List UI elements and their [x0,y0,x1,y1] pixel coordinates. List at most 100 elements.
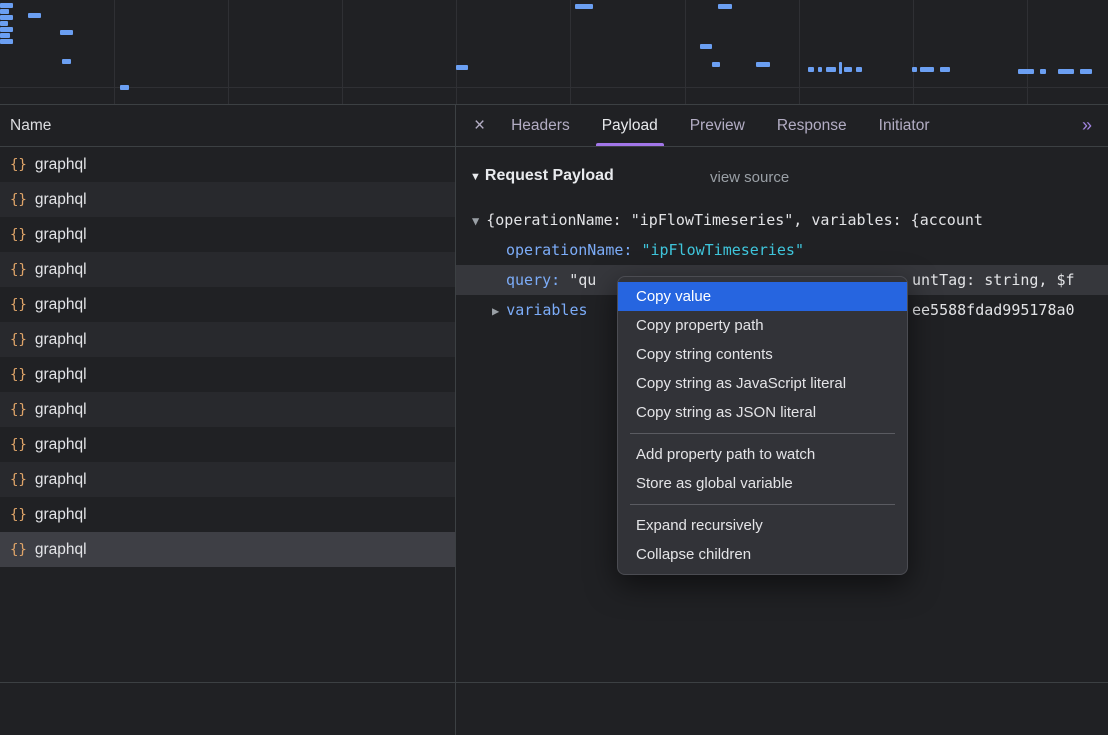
property-value: untTag: string, $f [912,271,1075,289]
network-request-bar[interactable] [0,27,13,32]
menu-item-collapse-children[interactable]: Collapse children [618,540,907,569]
request-name: graphql [35,471,87,489]
json-braces-icon: {} [10,262,27,278]
network-request-bar[interactable] [839,62,842,74]
request-row[interactable]: {} graphql [0,497,455,532]
network-request-bar[interactable] [28,13,41,18]
view-source-link[interactable]: view source [710,169,789,186]
request-name: graphql [35,541,87,559]
network-request-bar[interactable] [826,67,836,72]
overview-gridline [570,0,571,104]
more-tabs-icon[interactable]: » [1082,115,1108,136]
request-name: graphql [35,366,87,384]
json-braces-icon: {} [10,402,27,418]
overview-gridline [913,0,914,104]
network-request-bar[interactable] [0,15,13,20]
network-request-bar[interactable] [940,67,950,72]
close-icon[interactable]: × [474,115,485,137]
request-row[interactable]: {}graphql [0,287,455,322]
request-row[interactable]: {} graphql [0,532,455,567]
context-menu: Copy valueCopy property pathCopy string … [617,276,908,575]
tab-preview[interactable]: Preview [674,105,761,146]
name-column-label: Name [10,117,51,135]
network-request-bar[interactable] [912,67,917,72]
json-braces-icon: {} [10,157,27,173]
summary-bar [0,682,1108,735]
network-request-bar[interactable] [756,62,770,67]
tab-response[interactable]: Response [761,105,863,146]
network-request-bar[interactable] [920,67,934,72]
json-braces-icon: {} [10,542,27,558]
network-request-bar[interactable] [0,39,13,44]
panel-divider[interactable] [455,105,456,735]
payload-query-line-overflow: untTag: string, $f [912,265,1075,295]
menu-item-copy-property-path[interactable]: Copy property path [618,311,907,340]
network-request-bar[interactable] [1040,69,1046,74]
disclosure-expanded-icon[interactable]: ▼ [472,214,479,228]
tab-headers[interactable]: Headers [495,105,586,146]
overview-gridline [799,0,800,104]
name-column-header[interactable]: Name [0,105,455,147]
request-row[interactable]: {} graphql [0,392,455,427]
network-request-bar[interactable] [1080,69,1092,74]
network-request-bar[interactable] [1018,69,1034,74]
network-request-bar[interactable] [120,85,129,90]
menu-item-add-property-path-to-watch[interactable]: Add property path to watch [618,440,907,469]
menu-divider [630,504,895,505]
overview-gridline [456,0,457,104]
overview-gridline [685,0,686,104]
payload-operation-line[interactable]: operationName:"ipFlowTimeseries" [506,235,804,265]
network-request-bar[interactable] [456,65,468,70]
property-key: operationName: [506,241,632,259]
network-request-bar[interactable] [856,67,862,72]
network-request-bar[interactable] [718,4,732,9]
json-braces-icon: {} [10,507,27,523]
request-name: graphql [35,191,87,209]
network-request-bar[interactable] [60,30,73,35]
network-request-bar[interactable] [818,67,822,72]
network-request-bar[interactable] [1058,69,1074,74]
payload-root-line[interactable]: ▼ {operationName: "ipFlowTimeseries", var… [472,205,1108,235]
payload-query-line[interactable]: query:"qu [506,265,596,295]
menu-item-copy-string-as-json-literal[interactable]: Copy string as JSON literal [618,398,907,427]
network-request-bar[interactable] [0,33,10,38]
devtools-network-panel: Name {} graphql {} graphql {} graphql {} graphq… [0,0,1108,735]
disclosure-collapsed-icon[interactable]: ▶ [492,304,499,318]
tab-initiator[interactable]: Initiator [863,105,946,146]
menu-item-copy-string-as-javascript-literal[interactable]: Copy string as JavaScript literal [618,369,907,398]
network-request-bar[interactable] [0,3,13,8]
request-row[interactable]: {}graphql [0,462,455,497]
request-row[interactable]: {}graphql [0,217,455,252]
overview-gridline [1027,0,1028,104]
network-request-bar[interactable] [808,67,814,72]
request-row[interactable]: {}graphql [0,182,455,217]
network-request-bar[interactable] [0,21,8,26]
tab-payload[interactable]: Payload [586,105,674,146]
overview-gridline [342,0,343,104]
request-row[interactable]: {} graphql [0,357,455,392]
network-request-bar[interactable] [575,4,593,9]
network-overview-timeline[interactable] [0,0,1108,105]
payload-root-preview: {operationName: "ipFlowTimeseries", vari… [486,211,983,229]
request-row[interactable]: {}graphql [0,427,455,462]
network-request-bar[interactable] [712,62,720,67]
payload-variables-line-overflow: ee5588fdad995178a0 [912,295,1075,325]
request-row[interactable]: {}graphql [0,322,455,357]
network-request-bar[interactable] [844,67,852,72]
menu-item-store-as-global-variable[interactable]: Store as global variable [618,469,907,498]
payload-variables-line[interactable]: ▶variables [492,295,597,325]
request-payload-section-header[interactable]: ▼Request Payload [470,167,614,185]
request-name: graphql [35,401,87,419]
menu-item-expand-recursively[interactable]: Expand recursively [618,511,907,540]
request-name: graphql [35,506,87,524]
property-key: query: [506,271,560,289]
network-request-bar[interactable] [700,44,712,49]
menu-item-copy-value[interactable]: Copy value [618,282,907,311]
menu-item-copy-string-contents[interactable]: Copy string contents [618,340,907,369]
network-request-bar[interactable] [62,59,71,64]
request-row[interactable]: {}graphql [0,252,455,287]
json-braces-icon: {} [10,367,27,383]
request-row[interactable]: {}graphql [0,147,455,182]
network-request-bar[interactable] [0,9,9,14]
overview-gridline [228,0,229,104]
